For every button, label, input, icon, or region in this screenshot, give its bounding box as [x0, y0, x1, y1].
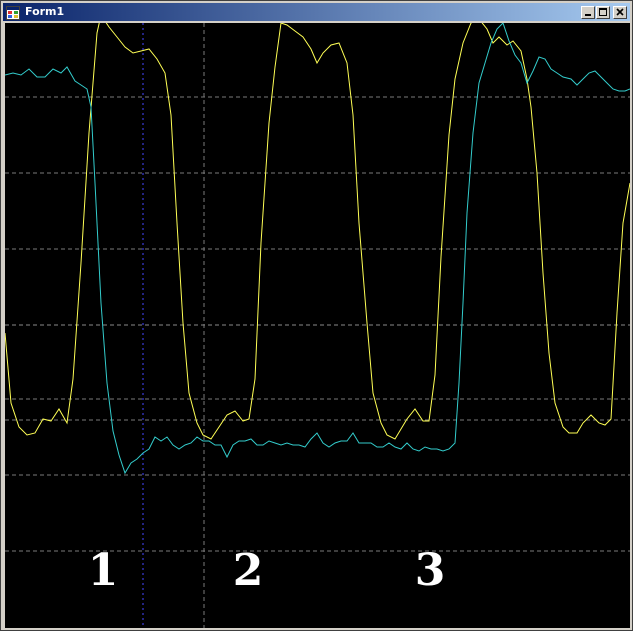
window-title: Form1: [25, 5, 65, 18]
minimize-button[interactable]: [581, 6, 595, 19]
minimize-icon: [585, 14, 591, 16]
gridlines: [5, 23, 630, 628]
plot-surface: 1 2 3: [5, 23, 630, 628]
yellow-signal-trace: [5, 23, 630, 440]
form-app-icon[interactable]: [6, 5, 20, 20]
label-3: 3: [415, 545, 446, 596]
maximize-button[interactable]: [596, 6, 610, 19]
title-bar[interactable]: Form1: [3, 3, 630, 21]
label-1: 1: [88, 545, 119, 596]
cyan-signal-trace: [5, 23, 630, 475]
close-button[interactable]: [613, 6, 627, 19]
maximize-icon: [599, 8, 607, 16]
application-window: Form1 1 2 3: [0, 0, 633, 631]
close-icon: [616, 8, 624, 16]
plot-canvas: 1 2 3: [5, 23, 630, 628]
label-2: 2: [233, 545, 264, 596]
